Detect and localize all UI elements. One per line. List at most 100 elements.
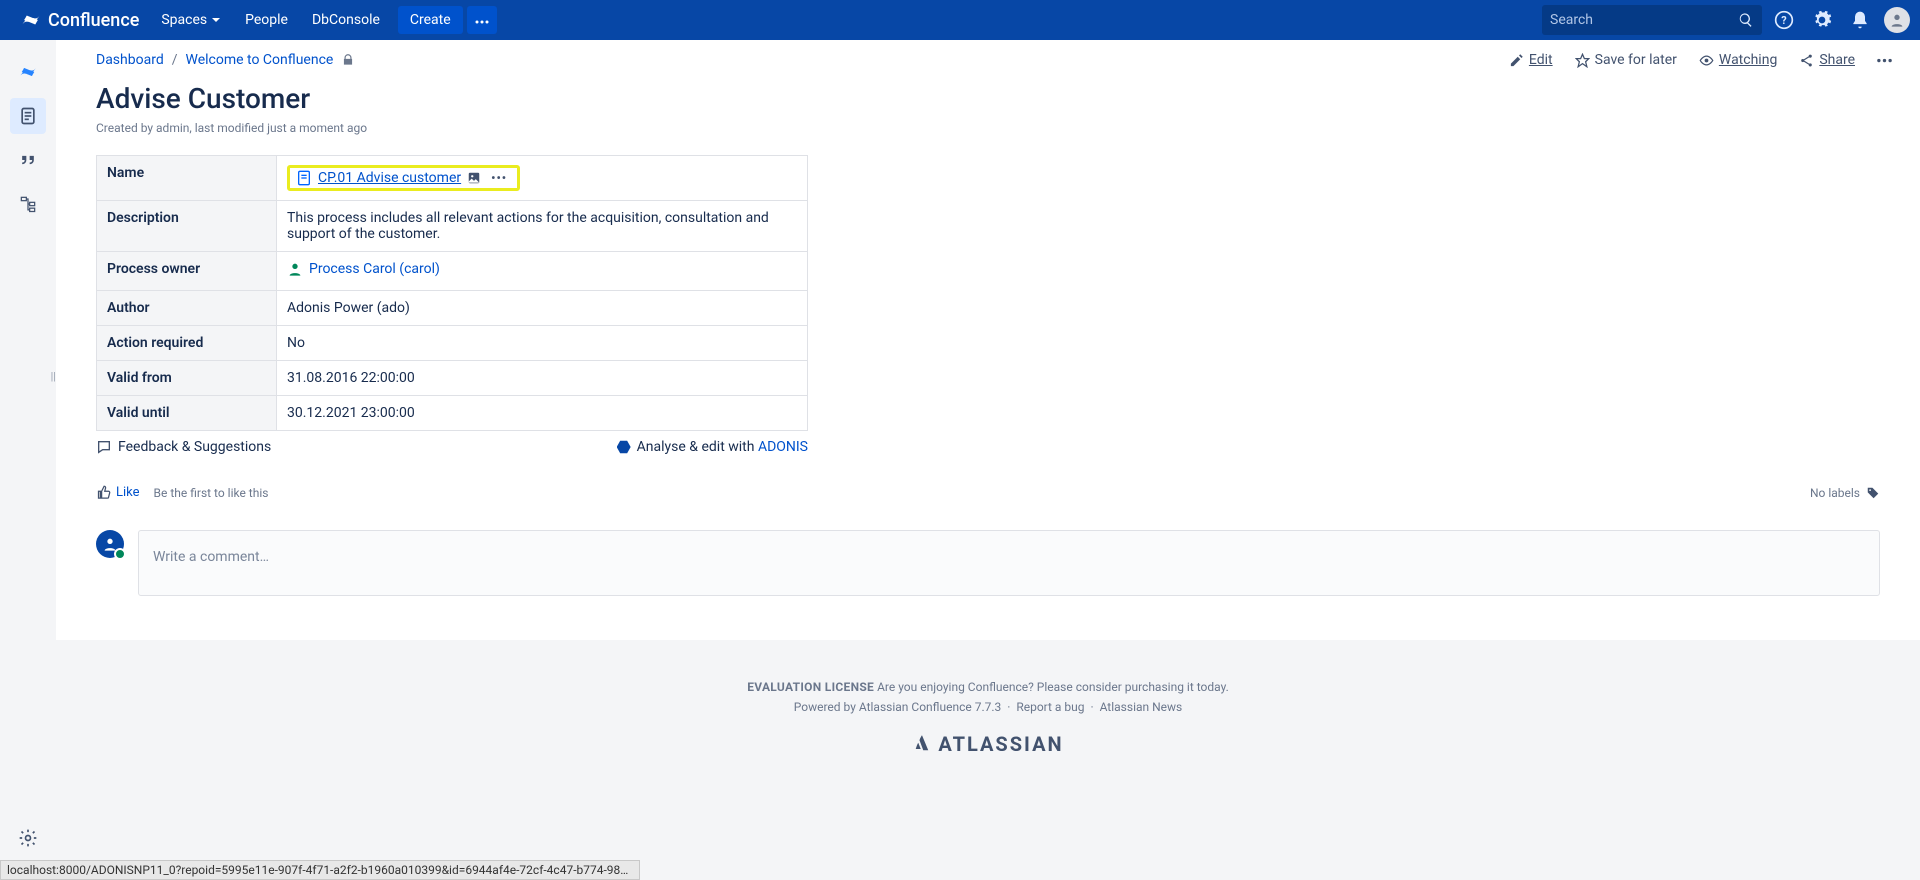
cell-name-label: Name bbox=[97, 156, 277, 201]
svg-text:?: ? bbox=[1781, 14, 1786, 27]
person-icon bbox=[1889, 12, 1905, 28]
edit-button[interactable]: Edit bbox=[1509, 52, 1553, 68]
nav-people[interactable]: People bbox=[233, 0, 300, 40]
confluence-small-icon bbox=[18, 62, 38, 82]
notifications-button[interactable] bbox=[1844, 4, 1876, 36]
user-icon bbox=[287, 261, 303, 277]
tree-icon bbox=[18, 194, 38, 214]
nav-links: Spaces People DbConsole Create bbox=[149, 0, 496, 40]
page-title: Advise Customer bbox=[96, 82, 1900, 115]
user-avatar-button[interactable] bbox=[1884, 7, 1910, 33]
pencil-icon bbox=[1509, 53, 1524, 68]
cell-owner-value: Process Carol (carol) bbox=[277, 252, 808, 291]
brand-logo[interactable]: Confluence bbox=[10, 9, 149, 31]
cell-owner-label: Process owner bbox=[97, 252, 277, 291]
rail-blog[interactable] bbox=[10, 142, 46, 178]
page-meta: Created by admin, last modified just a m… bbox=[96, 121, 1900, 135]
table-row: Valid from 31.08.2016 22:00:00 bbox=[97, 361, 808, 396]
cell-action-label: Action required bbox=[97, 326, 277, 361]
gear-small-icon bbox=[18, 828, 38, 848]
page-more-button[interactable] bbox=[1877, 53, 1892, 68]
search-box[interactable] bbox=[1542, 5, 1762, 35]
comment-icon bbox=[96, 439, 112, 455]
search-input[interactable] bbox=[1550, 12, 1738, 28]
table-row: Action required No bbox=[97, 326, 808, 361]
settings-button[interactable] bbox=[1806, 4, 1838, 36]
footer: EVALUATION LICENSE Are you enjoying Conf… bbox=[56, 660, 1920, 777]
cell-author-label: Author bbox=[97, 291, 277, 326]
name-link[interactable]: CP.01 Advise customer bbox=[318, 170, 461, 186]
chevron-down-icon bbox=[211, 15, 221, 25]
footer-news[interactable]: Atlassian News bbox=[1100, 700, 1183, 714]
share-icon bbox=[1799, 53, 1814, 68]
tag-icon[interactable] bbox=[1866, 486, 1880, 500]
create-button[interactable]: Create bbox=[398, 6, 463, 34]
watching-button[interactable]: Watching bbox=[1699, 52, 1777, 68]
atlassian-logo[interactable]: ATLASSIAN bbox=[912, 732, 1063, 756]
info-table: Name CP.01 Advise customer ••• Descripti… bbox=[96, 155, 808, 431]
cell-validfrom-label: Valid from bbox=[97, 361, 277, 396]
cell-name-value: CP.01 Advise customer ••• bbox=[277, 156, 808, 201]
name-highlight-box: CP.01 Advise customer ••• bbox=[287, 165, 520, 191]
feedback-link[interactable]: Feedback & Suggestions bbox=[96, 439, 271, 455]
restrictions-icon[interactable] bbox=[341, 53, 355, 67]
gear-icon bbox=[1812, 10, 1832, 30]
share-button[interactable]: Share bbox=[1799, 52, 1855, 68]
left-sidebar: || bbox=[0, 40, 56, 880]
breadcrumb-dashboard[interactable]: Dashboard bbox=[96, 52, 164, 68]
table-row: Description This process includes all re… bbox=[97, 201, 808, 252]
breadcrumb-welcome[interactable]: Welcome to Confluence bbox=[186, 52, 334, 68]
rail-tree[interactable] bbox=[10, 186, 46, 222]
table-row: Valid until 30.12.2021 23:00:00 bbox=[97, 396, 808, 431]
cell-description-label: Description bbox=[97, 201, 277, 252]
atlassian-icon bbox=[912, 734, 932, 754]
help-button[interactable]: ? bbox=[1768, 4, 1800, 36]
nav-dbconsole[interactable]: DbConsole bbox=[300, 0, 392, 40]
footer-report-bug[interactable]: Report a bug bbox=[1016, 700, 1084, 714]
table-row: Author Adonis Power (ado) bbox=[97, 291, 808, 326]
labels-section: No labels bbox=[1810, 486, 1880, 500]
bell-icon bbox=[1850, 10, 1870, 30]
page-actions: Edit Save for later Watching Share bbox=[1509, 52, 1892, 68]
thumbs-up-icon bbox=[96, 485, 111, 500]
nav-spaces[interactable]: Spaces bbox=[149, 0, 233, 40]
cell-validfrom-value: 31.08.2016 22:00:00 bbox=[277, 361, 808, 396]
ellipsis-icon bbox=[475, 20, 489, 24]
like-row: Like Be the first to like this No labels bbox=[96, 485, 1900, 500]
name-more-button[interactable]: ••• bbox=[487, 171, 511, 185]
comment-avatar bbox=[96, 530, 124, 558]
breadcrumb-separator: / bbox=[172, 52, 178, 68]
quote-icon bbox=[18, 150, 38, 170]
table-row: Process owner Process Carol (carol) bbox=[97, 252, 808, 291]
footer-confluence-link[interactable]: Atlassian Confluence bbox=[859, 700, 972, 714]
cell-validuntil-value: 30.12.2021 23:00:00 bbox=[277, 396, 808, 431]
table-row: Name CP.01 Advise customer ••• bbox=[97, 156, 808, 201]
eval-license-text: Are you enjoying Confluence? Please cons… bbox=[874, 680, 1229, 694]
nav-more-button[interactable] bbox=[467, 6, 497, 34]
confluence-icon bbox=[20, 9, 42, 31]
like-button[interactable]: Like bbox=[116, 485, 140, 500]
adonis-link[interactable]: ADONIS bbox=[758, 439, 808, 455]
adonis-link-group: Analyse & edit with ADONIS bbox=[617, 439, 808, 455]
save-later-button[interactable]: Save for later bbox=[1575, 52, 1677, 68]
image-icon[interactable] bbox=[467, 171, 481, 185]
hexagon-icon bbox=[617, 440, 631, 454]
eye-icon bbox=[1699, 53, 1714, 68]
rail-pages[interactable] bbox=[10, 98, 46, 134]
comment-row: Write a comment… bbox=[96, 530, 1900, 596]
owner-link[interactable]: Process Carol (carol) bbox=[309, 261, 440, 277]
rail-settings[interactable] bbox=[10, 820, 46, 856]
help-icon: ? bbox=[1774, 10, 1794, 30]
eval-license-label: EVALUATION LICENSE bbox=[747, 680, 874, 694]
browser-status-bar: localhost:8000/ADONISNP11_0?repoid=5995e… bbox=[0, 860, 640, 880]
comment-input[interactable]: Write a comment… bbox=[138, 530, 1880, 596]
cell-author-value: Adonis Power (ado) bbox=[277, 291, 808, 326]
brand-text: Confluence bbox=[48, 10, 139, 31]
rail-confluence-icon[interactable] bbox=[10, 54, 46, 90]
cell-description-value: This process includes all relevant actio… bbox=[277, 201, 808, 252]
top-nav: Confluence Spaces People DbConsole Creat… bbox=[0, 0, 1920, 40]
star-icon bbox=[1575, 53, 1590, 68]
search-icon bbox=[1738, 12, 1754, 28]
main-content: Dashboard / Welcome to Confluence Edit S… bbox=[56, 40, 1920, 640]
cell-action-value: No bbox=[277, 326, 808, 361]
